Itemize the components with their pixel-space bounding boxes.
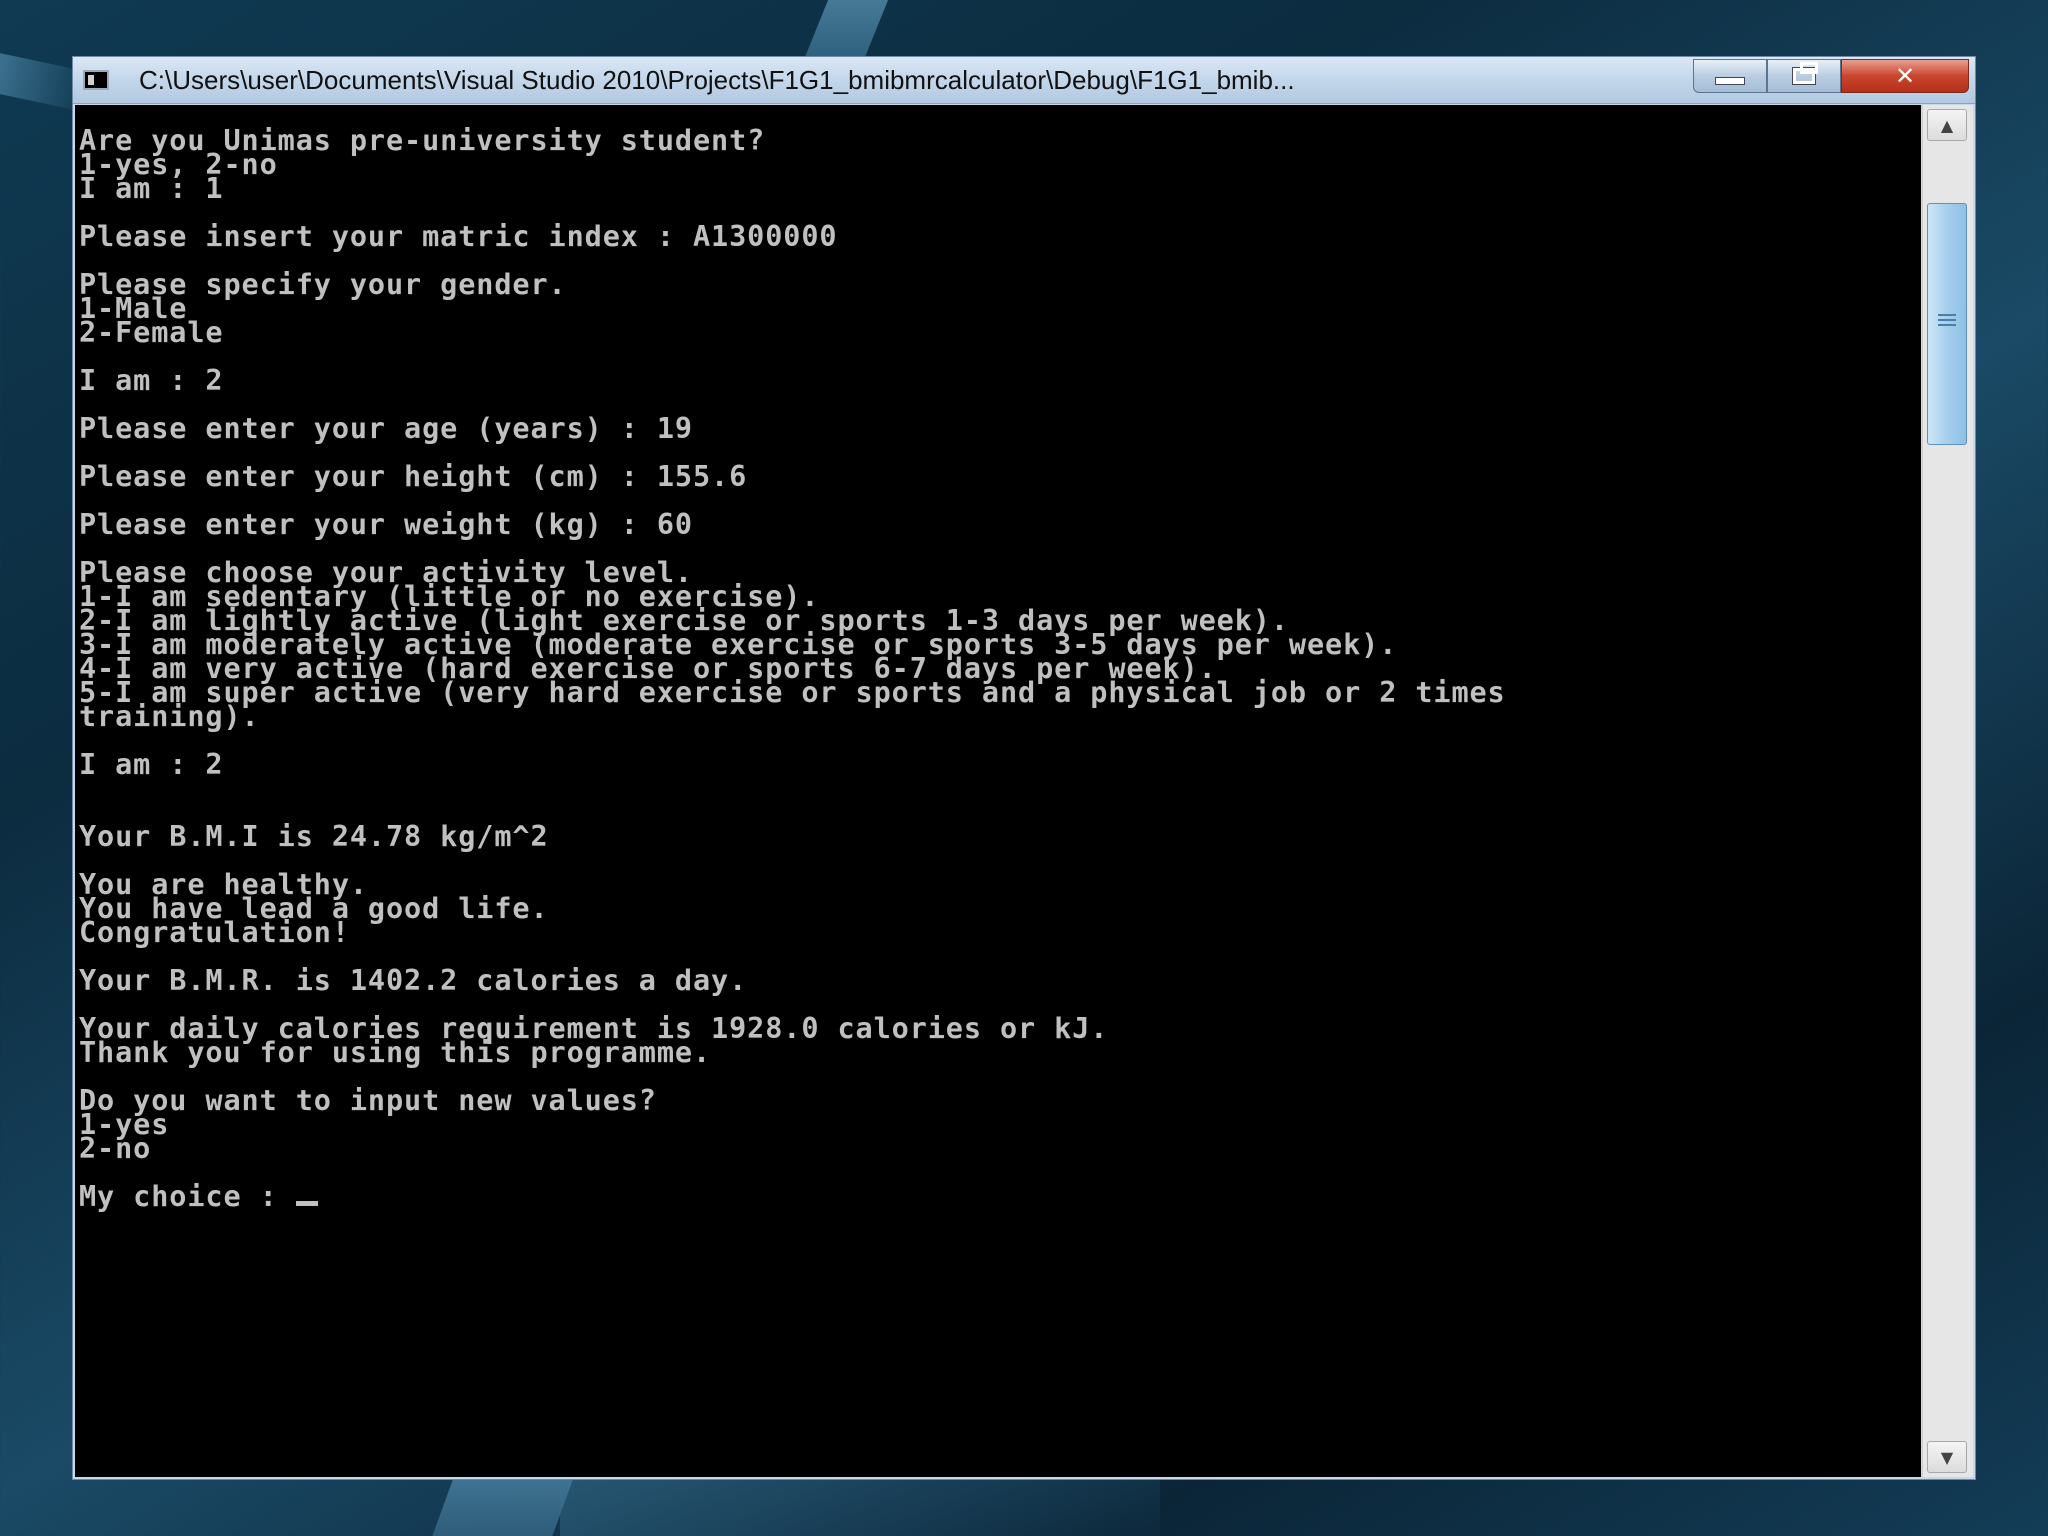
console-text: Are you Unimas pre-university student? 1-… <box>75 105 1921 1211</box>
close-icon: ✕ <box>1894 62 1916 90</box>
console-prompt: My choice : <box>79 1180 296 1213</box>
console-window: C:\Users\user\Documents\Visual Studio 20… <box>72 56 1976 1480</box>
restore-button[interactable] <box>1767 59 1841 93</box>
caption-buttons: ✕ <box>1693 59 1969 93</box>
desktop-background: { "window": { "title": "C:\\Users\\user\… <box>0 0 2048 1536</box>
vertical-scrollbar[interactable]: ▲ ▼ <box>1922 105 1973 1477</box>
console-line: Please specify your gender. <box>79 268 567 301</box>
console-line: I am : 2 <box>79 748 224 781</box>
console-line: Your B.M.R. is 1402.2 calories a day. <box>79 964 748 997</box>
minimize-button[interactable] <box>1693 59 1767 93</box>
text-cursor <box>295 1201 318 1206</box>
console-line: Are you Unimas pre-university student? <box>79 124 766 157</box>
window-title: C:\Users\user\Documents\Visual Studio 20… <box>139 65 1295 95</box>
restore-icon <box>1792 62 1818 85</box>
console-line: 2-Female <box>79 316 224 349</box>
title-bar[interactable]: C:\Users\user\Documents\Visual Studio 20… <box>73 57 1975 104</box>
console-app-icon[interactable] <box>83 70 109 90</box>
console-line: Please insert your matric index : A13000… <box>79 220 838 253</box>
console-line: I am : 2 <box>79 364 224 397</box>
chevron-down-icon: ▼ <box>1940 1447 1954 1467</box>
console-line: Please enter your weight (kg) : 60 <box>79 508 693 541</box>
scroll-down-button[interactable]: ▼ <box>1927 1441 1967 1473</box>
scroll-thumb[interactable] <box>1927 203 1967 445</box>
console-line: Do you want to input new values? <box>79 1084 657 1117</box>
console-line: I am : 1 <box>79 172 224 205</box>
scroll-up-button[interactable]: ▲ <box>1927 109 1967 141</box>
console-line: You have lead a good life. <box>79 892 549 925</box>
console-prompt-line: My choice : <box>79 1182 1921 1211</box>
console-line: 2-no <box>79 1132 152 1165</box>
grip-icon <box>1938 314 1956 328</box>
chevron-up-icon: ▲ <box>1940 115 1954 135</box>
minimize-icon <box>1715 77 1745 85</box>
console-output[interactable]: Are you Unimas pre-university student? 1-… <box>75 105 1921 1477</box>
console-line: 5-I am super active (very hard exercise … <box>79 676 1506 709</box>
console-line: Your B.M.I is 24.78 kg/m^2 <box>79 820 549 853</box>
close-button[interactable]: ✕ <box>1841 59 1969 93</box>
console-line: Please enter your age (years) : 19 <box>79 412 693 445</box>
console-line: Please enter your height (cm) : 155.6 <box>79 460 748 493</box>
